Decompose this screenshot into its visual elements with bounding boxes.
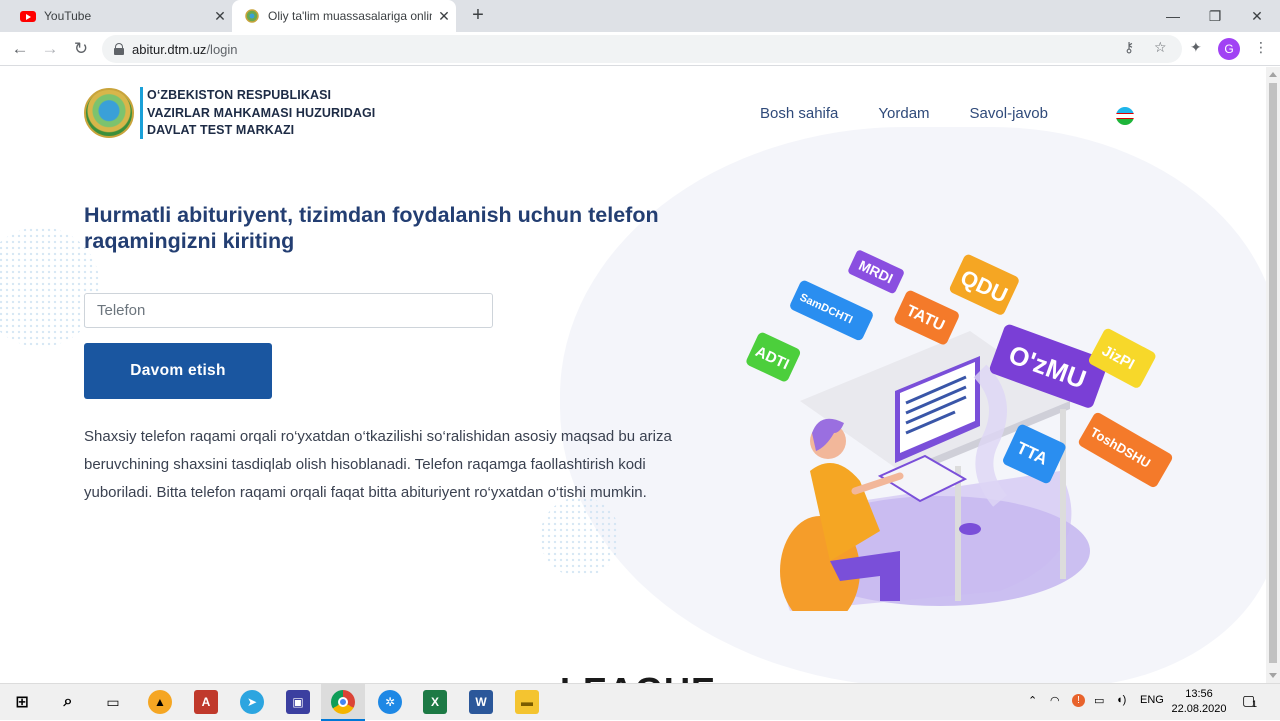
clock[interactable]: 13:56 22.08.2020	[1170, 687, 1228, 717]
windows-start-icon[interactable]: ⊞	[10, 690, 34, 714]
extensions-icon[interactable]: ✦	[1190, 39, 1202, 56]
forward-button[interactable]: →	[37, 36, 63, 62]
logo-line: O‘ZBEKISTON RESPUBLIKASI	[147, 88, 332, 102]
phone-input[interactable]	[84, 293, 493, 328]
tab-title: YouTube	[44, 9, 92, 23]
key-icon[interactable]: ⚷	[1124, 39, 1134, 56]
language-indicator[interactable]: ENG	[1140, 694, 1164, 706]
tab-title: Oliy ta'lim muassasalariga online	[268, 9, 432, 23]
time: 13:56	[1185, 688, 1213, 700]
site-logo[interactable]: O‘ZBEKISTON RESPUBLIKASI VAZIRLAR MAHKAM…	[84, 87, 375, 140]
page-title: Hurmatli abituriyent, tizimdan foydalani…	[84, 203, 659, 253]
emblem-icon	[244, 8, 260, 24]
app-icon[interactable]: ▲	[148, 690, 172, 714]
network-icon[interactable]: ◠	[1050, 694, 1060, 707]
tab-dtm[interactable]: Oliy ta'lim muassasalariga online ✕	[232, 0, 456, 32]
logo-line: DAVLAT TEST MARKAZI	[147, 123, 295, 137]
nav-home[interactable]: Bosh sahifa	[760, 105, 838, 122]
university-illustration: MRDI QDU SamDCHTI TATU O'zMU JizPI ADTI …	[746, 250, 1173, 611]
profile-avatar[interactable]: G	[1218, 38, 1240, 60]
new-tab-button[interactable]: +	[466, 4, 490, 28]
nav-faq[interactable]: Savol-javob	[970, 105, 1048, 122]
taskbar: ⊞ ⌕ ▭ ▲ A ➤ ▣ ✲ X W ▬ ⌃ ◠ ! ▭ ◖) ENG 13:…	[0, 683, 1280, 721]
star-icon[interactable]: ☆	[1154, 39, 1167, 56]
save-icon[interactable]: ▣	[286, 690, 310, 714]
close-window-button[interactable]: ✕	[1234, 0, 1280, 32]
state-emblem-icon	[84, 88, 134, 139]
search-icon[interactable]: ⌕	[56, 690, 80, 714]
description-text: Shaxsiy telefon raqami orqali ro‘yxatdan…	[84, 428, 672, 501]
logo-line: VAZIRLAR MAHKAMASI HUZURIDAGI	[147, 105, 376, 120]
page-scrollbar[interactable]	[1266, 67, 1280, 683]
app-icon[interactable]: A	[194, 690, 218, 714]
notification-count: 1	[1252, 699, 1258, 709]
logo-divider	[140, 87, 143, 140]
battery-icon[interactable]: ▭	[1094, 694, 1104, 707]
task-view-icon[interactable]: ▭	[101, 690, 125, 714]
address-bar[interactable]: abitur.dtm.uz/login	[102, 35, 1182, 63]
url-host: abitur.dtm.uz	[132, 41, 207, 57]
date: 22.08.2020	[1171, 703, 1227, 715]
chevron-up-icon[interactable]: ⌃	[1028, 694, 1037, 707]
url-path: /login	[206, 41, 238, 57]
chrome-icon[interactable]	[331, 690, 355, 714]
youtube-icon	[20, 8, 36, 24]
minimize-button[interactable]: —	[1150, 0, 1196, 32]
excel-icon[interactable]: X	[423, 690, 447, 714]
close-icon[interactable]: ✕	[208, 8, 232, 25]
folder-icon[interactable]: ▬	[515, 690, 539, 714]
restore-button[interactable]: ❐	[1192, 0, 1238, 32]
browser-toolbar: ← → ↻ abitur.dtm.uz/login ⚷ ☆ ✦ ⋮	[0, 32, 1280, 66]
language-flag-icon[interactable]	[1116, 107, 1134, 125]
dots-decoration	[540, 497, 620, 577]
volume-icon[interactable]: ◖)	[1116, 694, 1126, 706]
reload-button[interactable]: ↻	[68, 36, 94, 62]
menu-icon[interactable]: ⋮	[1254, 39, 1268, 56]
continue-button[interactable]: Davom etish	[84, 343, 272, 399]
lock-icon	[114, 43, 124, 55]
logo-text: O‘ZBEKISTON RESPUBLIKASI VAZIRLAR MAHKAM…	[147, 87, 375, 140]
alert-icon[interactable]: !	[1072, 694, 1085, 707]
scroll-down-icon[interactable]	[1269, 673, 1277, 678]
telegram-icon[interactable]: ➤	[240, 690, 264, 714]
nav-help[interactable]: Yordam	[878, 105, 929, 122]
close-icon[interactable]: ✕	[432, 8, 456, 25]
page-viewport: O‘ZBEKISTON RESPUBLIKASI VAZIRLAR MAHKAM…	[0, 67, 1266, 683]
word-icon[interactable]: W	[469, 690, 493, 714]
top-navigation: Bosh sahifa Yordam Savol-javob	[760, 105, 1048, 122]
scrollbar-thumb[interactable]	[1269, 83, 1277, 663]
tab-strip: YouTube ✕ Oliy ta'lim muassasalariga onl…	[0, 0, 1280, 32]
back-button[interactable]: ←	[7, 36, 33, 62]
scroll-up-icon[interactable]	[1269, 72, 1277, 77]
app-icon[interactable]: ✲	[378, 690, 402, 714]
tab-youtube[interactable]: YouTube ✕	[8, 0, 232, 32]
